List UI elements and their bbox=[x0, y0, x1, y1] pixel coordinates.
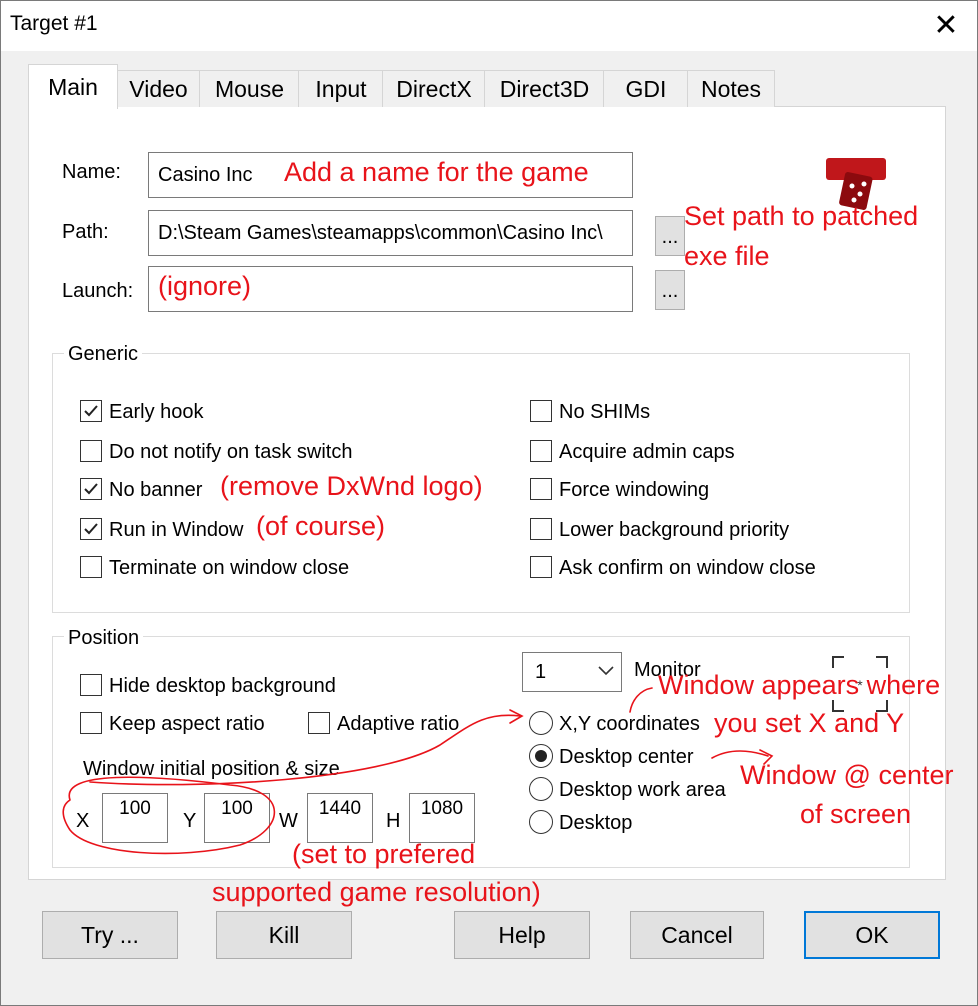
annotation-hook-xy bbox=[629, 687, 653, 713]
annotation-center-2: of screen bbox=[800, 799, 912, 829]
annotation-center-1: Window @ center bbox=[740, 760, 954, 790]
annotation-strokes bbox=[62, 687, 774, 855]
annotation-path-2: exe file bbox=[684, 241, 770, 271]
annotation-no-banner: (remove DxWnd logo) bbox=[220, 471, 483, 501]
annotation-launch: (ignore) bbox=[158, 271, 252, 301]
annotation-squiggle-center bbox=[711, 750, 769, 759]
annotation-curve-xy bbox=[89, 714, 521, 786]
annotation-loop-xy bbox=[62, 776, 276, 855]
annotation-xy-2: you set X and Y bbox=[714, 708, 905, 738]
annotation-name: Add a name for the game bbox=[284, 157, 589, 187]
annotation-path-1: Set path to patched bbox=[684, 201, 919, 231]
tab-main[interactable]: Main bbox=[28, 64, 118, 109]
annotation-res-2: supported game resolution) bbox=[212, 877, 541, 907]
annotation-run-window: (of course) bbox=[256, 511, 386, 541]
annotation-arrow-xy bbox=[509, 709, 524, 724]
annotation-xy-1: Window appears where bbox=[658, 670, 941, 700]
annotation-res-1: (set to prefered bbox=[292, 839, 476, 869]
